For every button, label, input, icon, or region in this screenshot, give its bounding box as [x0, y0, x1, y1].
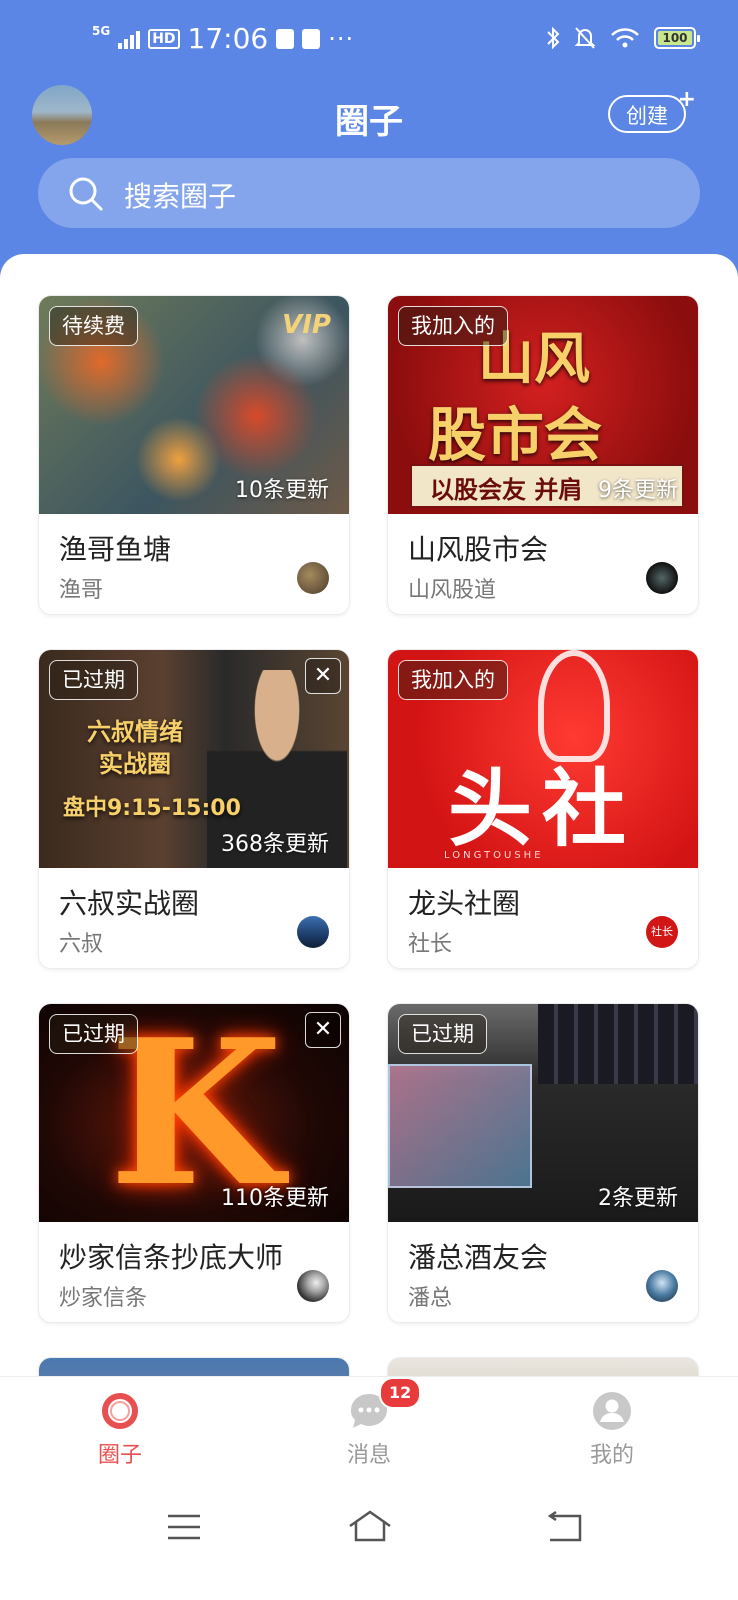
signal-icon [118, 29, 141, 49]
update-count: 110条更新 [221, 1186, 329, 1211]
wifi-icon [611, 28, 639, 48]
bottles [538, 1004, 698, 1084]
circle-owner: 山风股道 [408, 578, 497, 603]
status-bar: 5G HD 17:06 ··· 100 [0, 0, 738, 80]
circle-name: 潘总酒友会 [408, 1241, 549, 1274]
home-icon[interactable] [346, 1508, 394, 1544]
status-tag: 我加入的 [398, 660, 508, 700]
header: 圈子 创建 + [0, 80, 738, 160]
tab-label: 消息 [346, 1443, 391, 1468]
create-circle-button[interactable]: 创建 + [608, 87, 696, 133]
bottom-tab-bar: 圈子 12 消息 我的 [0, 1376, 738, 1487]
system-nav-bar [0, 1486, 738, 1600]
circle-name: 六叔实战圈 [59, 887, 200, 920]
clock: 17:06 [187, 22, 269, 55]
cover-title: 头社 [448, 760, 637, 858]
circle-owner: 潘总 [408, 1286, 453, 1311]
cover-title-line2: 股市会 [428, 401, 603, 469]
tab-me[interactable]: 我的 [552, 1391, 672, 1469]
circle-owner: 渔哥 [59, 578, 104, 603]
circle-name: 渔哥鱼塘 [59, 533, 172, 566]
update-count: 2条更新 [598, 1186, 678, 1211]
user-icon [592, 1391, 632, 1431]
circle-cover-image: K 已过期 ✕ 110条更新 [39, 1004, 349, 1222]
search-placeholder: 搜索圈子 [124, 180, 237, 213]
tab-label: 圈子 [97, 1443, 142, 1468]
circle-cover-image: 头社 LONGTOUSHE 我加入的 [388, 650, 698, 868]
cover-title-line2: 实战圈 [99, 750, 171, 778]
status-tag: 已过期 [49, 1014, 138, 1054]
search-bar[interactable]: 搜索圈子 [38, 158, 700, 228]
glass-case [388, 1064, 532, 1188]
chat-bubble-icon: 12 [349, 1377, 422, 1431]
circle-cover-image: VIP 待续费 10条更新 [39, 296, 349, 514]
network-type: 5G [92, 23, 111, 38]
tab-messages[interactable]: 12 消息 [309, 1377, 429, 1469]
create-button-label: 创建 [626, 104, 668, 128]
close-icon[interactable]: ✕ [305, 658, 341, 694]
status-tag: 已过期 [49, 660, 138, 700]
battery-level: 100 [658, 31, 692, 45]
search-icon [69, 177, 103, 211]
circle-name: 龙头社圈 [408, 887, 521, 920]
more-notifications: ··· [328, 24, 355, 53]
circle-name: 山风股市会 [408, 533, 549, 566]
tab-circles[interactable]: 圈子 [60, 1391, 180, 1469]
cover-title-line1: 六叔情绪 [87, 718, 183, 746]
circle-cover-image: 六叔情绪 实战圈 盘中9:15-15:00 已过期 ✕ 368条更新 [39, 650, 349, 868]
status-tag: 待续费 [49, 306, 138, 346]
tab-label: 我的 [589, 1443, 634, 1468]
status-tag: 我加入的 [398, 306, 508, 346]
vip-label: VIP [282, 310, 331, 340]
bluetooth-icon [547, 26, 560, 50]
circle-ring-icon [100, 1391, 140, 1431]
owner-avatar-text: 社长 [651, 925, 673, 938]
owner-avatar [297, 916, 329, 948]
status-left: 5G HD 17:06 ··· [92, 22, 354, 55]
circle-name: 炒家信条抄底大师 [59, 1241, 284, 1274]
plus-icon: + [677, 87, 696, 112]
circle-card[interactable]: K 已过期 ✕ 110条更新 炒家信条抄底大师 炒家信条 [39, 1004, 349, 1322]
circle-owner: 社长 [408, 932, 453, 957]
circle-owner: 六叔 [59, 932, 104, 957]
battery-icon: 100 [654, 27, 700, 49]
hd-icon: HD [148, 28, 180, 49]
cover-subtitle: LONGTOUSHE [444, 850, 544, 861]
update-count: 9条更新 [598, 478, 678, 503]
update-count: 10条更新 [235, 478, 329, 503]
status-tag: 已过期 [398, 1014, 487, 1054]
circle-owner: 炒家信条 [59, 1286, 148, 1311]
cover-title-line3: 盘中9:15-15:00 [63, 796, 241, 821]
owner-avatar [646, 1270, 678, 1302]
circle-cover-image: 已过期 2条更新 [388, 1004, 698, 1222]
close-icon[interactable]: ✕ [305, 1012, 341, 1048]
app-notification-icon [302, 28, 321, 49]
circle-card[interactable]: VIP 待续费 10条更新 渔哥鱼塘 渔哥 [39, 296, 349, 614]
check-notification-icon [276, 28, 295, 49]
owner-avatar [297, 1270, 329, 1302]
back-icon[interactable] [544, 1510, 584, 1544]
owner-avatar [646, 562, 678, 594]
menu-icon[interactable] [166, 1512, 202, 1542]
owner-avatar: 社长 [646, 916, 678, 948]
status-right: 100 [546, 26, 700, 50]
cover-banner-text: 以股会友 并肩 [430, 476, 583, 504]
unread-badge: 12 [379, 1377, 422, 1409]
circle-card[interactable]: 山风 股市会 以股会友 并肩 我加入的 9条更新 山风股市会 山风股道 [388, 296, 698, 614]
update-count: 368条更新 [221, 832, 329, 857]
circle-card[interactable]: 头社 LONGTOUSHE 我加入的 龙头社圈 社长 社长 [388, 650, 698, 968]
circle-card[interactable]: 已过期 2条更新 潘总酒友会 潘总 [388, 1004, 698, 1322]
circle-card[interactable]: 六叔情绪 实战圈 盘中9:15-15:00 已过期 ✕ 368条更新 六叔实战圈… [39, 650, 349, 968]
owner-avatar [297, 562, 329, 594]
circle-cover-image: 山风 股市会 以股会友 并肩 我加入的 9条更新 [388, 296, 698, 514]
mute-icon [574, 27, 596, 49]
